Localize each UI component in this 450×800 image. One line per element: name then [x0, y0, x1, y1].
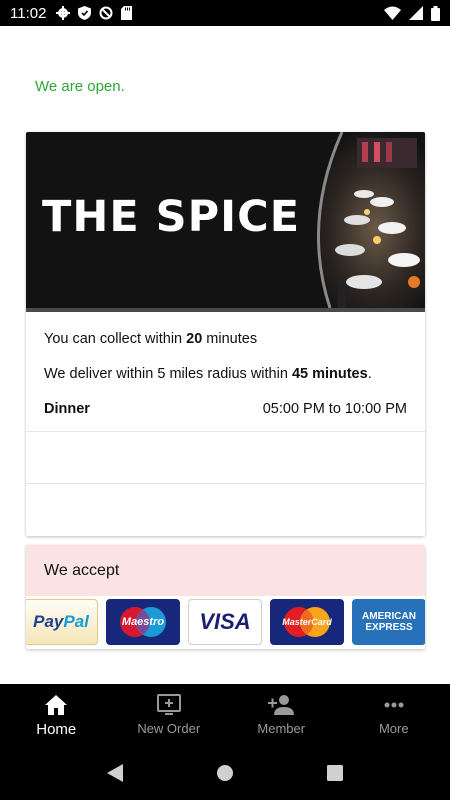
nav-home[interactable]: Home [0, 684, 113, 746]
payment-cards-row: Pay Pal Maestro VISA MasterCard AMERICAN … [26, 599, 425, 647]
more-dots-icon [384, 702, 404, 708]
settings-icon [56, 6, 71, 20]
nav-home-label: Home [36, 721, 77, 738]
system-nav-bar [0, 746, 450, 800]
signal-icon [409, 6, 423, 20]
restaurant-banner: THE SPICE [26, 132, 425, 312]
divider [26, 431, 425, 432]
banner-title: THE SPICE [42, 192, 301, 242]
paypal-logo: Pay Pal [26, 599, 98, 645]
nav-more[interactable]: More [338, 684, 450, 746]
nav-member[interactable]: Member [225, 684, 338, 746]
home-icon [45, 695, 68, 715]
hours-row: Dinner 05:00 PM to 10:00 PM [44, 400, 407, 418]
payment-methods-card: We accept Pay Pal Maestro VISA MasterCard… [26, 545, 425, 649]
hours-label: Dinner [44, 401, 90, 417]
main-content: We are open. THE SPICE You can collect w… [0, 26, 450, 684]
info-body: You can collect within 20 minutes We del… [26, 312, 425, 418]
collect-time-text: You can collect within 20 minutes [44, 331, 258, 347]
nav-more-label: More [378, 721, 409, 736]
restaurant-info-card: THE SPICE You can collect within 20 minu… [26, 132, 425, 536]
visa-logo: VISA [188, 599, 262, 645]
add-to-queue-icon [156, 694, 181, 715]
back-icon[interactable] [106, 764, 123, 782]
status-bar: 11:02 [0, 0, 450, 26]
recents-icon[interactable] [327, 765, 344, 781]
amex-logo: AMERICAN EXPRESS [352, 599, 425, 645]
nav-member-label: Member [257, 721, 306, 736]
shield-icon [78, 6, 92, 20]
maestro-logo: Maestro [106, 599, 180, 645]
accept-header: We accept [26, 545, 425, 596]
nav-new-order[interactable]: New Order [113, 684, 226, 746]
bottom-nav: Home New Order Member More [0, 684, 450, 746]
wifi-icon [384, 6, 401, 20]
delivery-info-text: We deliver within 5 miles radius within … [44, 366, 372, 382]
add-person-icon [268, 695, 295, 715]
battery-icon [431, 5, 440, 21]
home-circle-icon[interactable] [216, 764, 234, 782]
hours-time: 05:00 PM to 10:00 PM [262, 401, 407, 417]
restaurant-interior-photo [316, 132, 425, 308]
divider [26, 483, 425, 484]
open-status-text: We are open. [35, 78, 125, 95]
mastercard-logo: MasterCard [270, 599, 344, 645]
status-time: 11:02 [10, 4, 47, 22]
sd-card-icon [121, 6, 133, 20]
nav-new-order-label: New Order [137, 721, 201, 736]
data-saver-icon [99, 6, 113, 20]
